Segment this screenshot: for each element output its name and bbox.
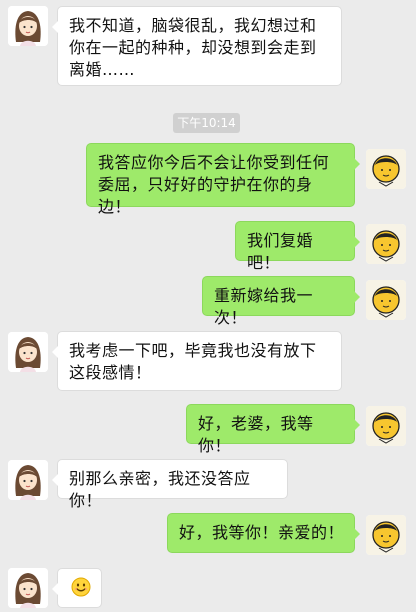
girl-avatar-icon[interactable] <box>8 568 48 608</box>
message-text: 重新嫁给我一次！ <box>214 286 314 327</box>
message-text: 我不知道，脑袋很乱，我幻想过和你在一起的种种，却没想到会走到离婚…… <box>69 16 317 79</box>
message-text: 好，老婆，我等你！ <box>198 414 314 455</box>
message-bubble-incoming[interactable]: 别那么亲密，我还没答应你！ <box>52 459 288 510</box>
boy-avatar-icon[interactable] <box>366 149 406 189</box>
message-text: 好，我等你！亲爱的！ <box>179 523 345 542</box>
message-bubble-outgoing[interactable]: 好，老婆，我等你！ <box>186 404 360 455</box>
message-text: 别那么亲密，我还没答应你！ <box>69 469 251 510</box>
girl-avatar-icon[interactable] <box>8 332 48 372</box>
message-text: 我答应你今后不会让你受到任何委屈，只好好的守护在你的身边！ <box>98 153 330 216</box>
message-bubble-incoming[interactable] <box>52 568 102 608</box>
smile-emoji-icon <box>71 577 91 603</box>
message-bubble-outgoing[interactable]: 我们复婚吧！ <box>235 221 360 272</box>
boy-avatar-icon[interactable] <box>366 515 406 555</box>
boy-avatar-icon[interactable] <box>366 224 406 264</box>
timestamp: 下午10:14 <box>173 113 240 133</box>
message-bubble-outgoing[interactable]: 我答应你今后不会让你受到任何委屈，只好好的守护在你的身边！ <box>86 143 360 216</box>
message-text: 我考虑一下吧，毕竟我也没有放下这段感情！ <box>69 341 317 382</box>
message-text: 我们复婚吧！ <box>247 231 314 272</box>
girl-avatar-icon[interactable] <box>8 460 48 500</box>
chat-window: 我不知道，脑袋很乱，我幻想过和你在一起的种种，却没想到会走到离婚…… 下午10:… <box>0 0 416 612</box>
girl-avatar-icon[interactable] <box>8 6 48 46</box>
boy-avatar-icon[interactable] <box>366 280 406 320</box>
message-bubble-outgoing[interactable]: 重新嫁给我一次！ <box>202 276 360 327</box>
message-bubble-incoming[interactable]: 我考虑一下吧，毕竟我也没有放下这段感情！ <box>52 331 342 391</box>
message-bubble-incoming[interactable]: 我不知道，脑袋很乱，我幻想过和你在一起的种种，却没想到会走到离婚…… <box>52 6 342 86</box>
message-bubble-outgoing[interactable]: 好，我等你！亲爱的！ <box>167 513 360 553</box>
boy-avatar-icon[interactable] <box>366 406 406 446</box>
